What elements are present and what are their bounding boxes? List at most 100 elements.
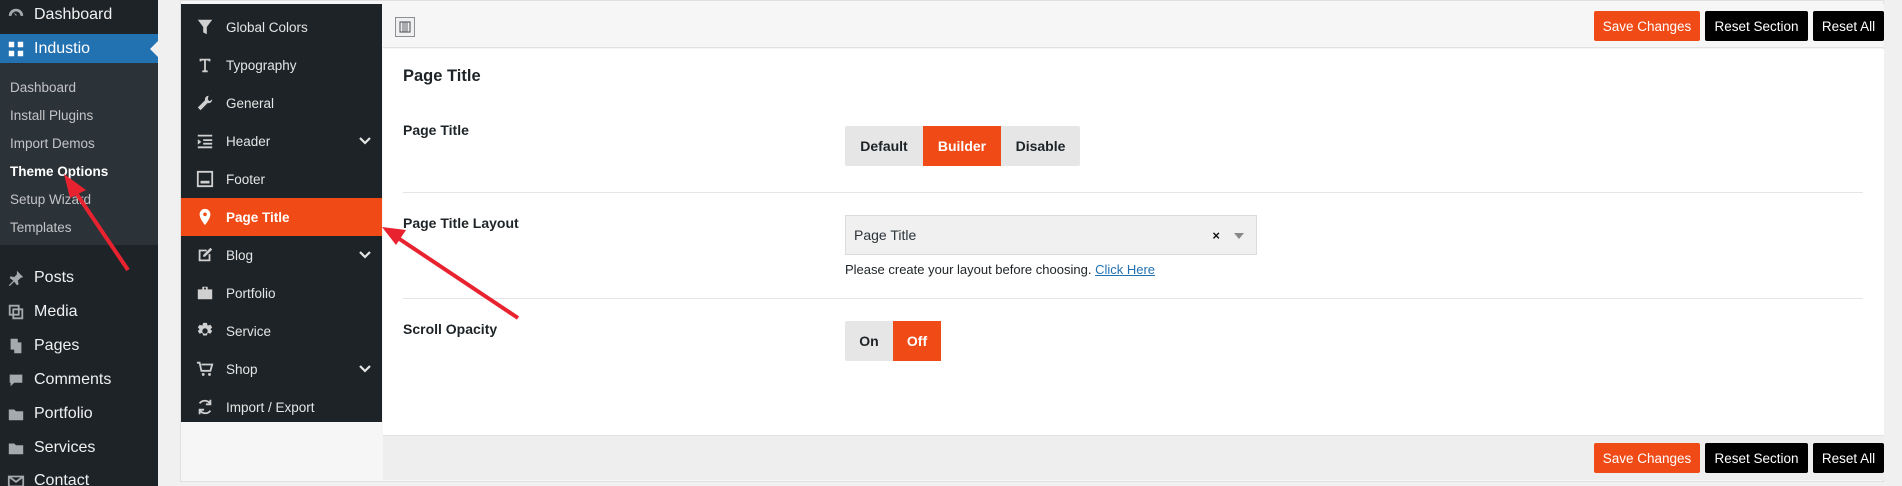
grid-toggle-icon[interactable] [395,17,415,37]
chevron-down-icon[interactable] [1234,233,1244,239]
footer-icon [194,168,216,190]
wp-menu-label: Posts [34,269,75,286]
nav-page-title[interactable]: Page Title [181,198,382,236]
wp-menu-item-comments[interactable]: Comments [0,365,158,395]
save-changes-button[interactable]: Save Changes [1594,443,1700,473]
field-label-page-title: Page Title [403,122,469,138]
wrench-icon [194,92,216,114]
scroll-opacity-option-on[interactable]: On [845,321,893,361]
select-value: Page Title [854,227,917,243]
wp-menu-item-services[interactable]: Services [0,433,158,463]
options-top-toolbar: Save Changes Reset Section Reset All [383,4,1884,48]
reset-section-button[interactable]: Reset Section [1705,11,1808,41]
submenu-templates[interactable]: Templates [10,220,72,235]
wp-menu-item-industio[interactable]: Industio [0,34,158,64]
help-text: Please create your layout before choosin… [845,262,1092,277]
refresh-icon [194,396,216,418]
folder-icon [6,438,26,458]
options-content: Page Title Page Title Default Builder Di… [383,49,1884,435]
page-title-layout-select[interactable]: Page Title × [845,215,1257,255]
click-here-link[interactable]: Click Here [1095,262,1155,277]
header-icon [194,130,216,152]
submenu-theme-options[interactable]: Theme Options [10,164,108,179]
nav-global-colors[interactable]: Global Colors [181,8,382,46]
submenu-dashboard[interactable]: Dashboard [10,80,76,95]
field-label-page-title-layout: Page Title Layout [403,215,519,231]
pages-icon [6,336,26,356]
location-pin-icon [194,206,216,228]
nav-label: Shop [226,361,258,377]
nav-general[interactable]: General [181,84,382,122]
pin-icon [6,268,26,288]
page-title-button-set: Default Builder Disable [845,126,1080,166]
submenu-install-plugins[interactable]: Install Plugins [10,108,93,123]
nav-import-export[interactable]: Import / Export [181,388,382,426]
wp-menu-label: Media [34,303,78,320]
edit-icon [194,244,216,266]
field-divider [403,192,1863,193]
nav-service[interactable]: Service [181,312,382,350]
wp-menu-label: Portfolio [34,405,93,422]
wp-menu-label: Pages [34,337,80,354]
wp-submenu: Dashboard Install Plugins Import Demos T… [0,63,158,245]
reset-all-button[interactable]: Reset All [1813,11,1884,41]
wp-menu-item-pages[interactable]: Pages [0,331,158,361]
filter-icon [194,16,216,38]
scroll-opacity-option-off[interactable]: Off [893,321,941,361]
wp-menu-label: Comments [34,371,112,388]
nav-label: Typography [226,57,297,73]
nav-label: Portfolio [226,285,276,301]
reset-section-button[interactable]: Reset Section [1705,443,1808,473]
nav-label: Page Title [226,209,290,225]
media-icon [6,302,26,322]
chevron-down-icon[interactable] [358,134,372,148]
wp-menu-item-dashboard[interactable]: Dashboard [0,0,158,30]
field-label-scroll-opacity: Scroll Opacity [403,321,498,337]
nav-label: Blog [226,247,254,263]
gear-icon [194,320,216,342]
wp-menu-label: Contact [34,472,90,486]
wp-menu-item-posts[interactable]: Posts [0,263,158,293]
nav-label: Service [226,323,272,339]
nav-footer[interactable]: Footer [181,160,382,198]
nav-shop[interactable]: Shop [181,350,382,388]
page-title-option-builder[interactable]: Builder [923,126,1001,166]
typography-icon [194,54,216,76]
nav-label: Global Colors [226,19,308,35]
submenu-import-demos[interactable]: Import Demos [10,136,95,151]
save-changes-button[interactable]: Save Changes [1594,11,1700,41]
comments-icon [6,370,26,390]
page-title-option-disable[interactable]: Disable [1001,126,1080,166]
industio-icon [6,39,26,59]
dashboard-icon [6,5,26,25]
scroll-opacity-button-set: On Off [845,321,941,361]
briefcase-icon [194,282,216,304]
submenu-setup-wizard[interactable]: Setup Wizard [10,192,91,207]
cart-icon [194,358,216,380]
nav-blog[interactable]: Blog [181,236,382,274]
wp-admin-sidebar: Dashboard Industio Dashboard Install Plu… [0,0,158,486]
nav-label: Import / Export [226,399,315,415]
nav-label: Footer [226,171,266,187]
chevron-down-icon[interactable] [358,362,372,376]
mail-icon [6,471,26,486]
nav-portfolio[interactable]: Portfolio [181,274,382,312]
wp-menu-item-contact[interactable]: Contact [0,466,158,486]
nav-typography[interactable]: Typography [181,46,382,84]
section-title: Page Title [403,67,481,85]
layout-help-text: Please create your layout before choosin… [845,262,1155,277]
clear-selection-icon[interactable]: × [1212,228,1220,243]
options-nav: Global Colors Typography General Header … [181,4,382,422]
nav-label: Header [226,133,271,149]
field-divider [403,298,1863,299]
wp-menu-item-media[interactable]: Media [0,297,158,327]
options-bottom-toolbar: Save Changes Reset Section Reset All [383,435,1884,480]
chevron-down-icon[interactable] [358,248,372,262]
wp-menu-label: Services [34,439,96,456]
reset-all-button[interactable]: Reset All [1813,443,1884,473]
folder-icon [6,404,26,424]
wp-menu-item-portfolio[interactable]: Portfolio [0,399,158,429]
nav-label: General [226,95,275,111]
page-title-option-default[interactable]: Default [845,126,923,166]
nav-header[interactable]: Header [181,122,382,160]
